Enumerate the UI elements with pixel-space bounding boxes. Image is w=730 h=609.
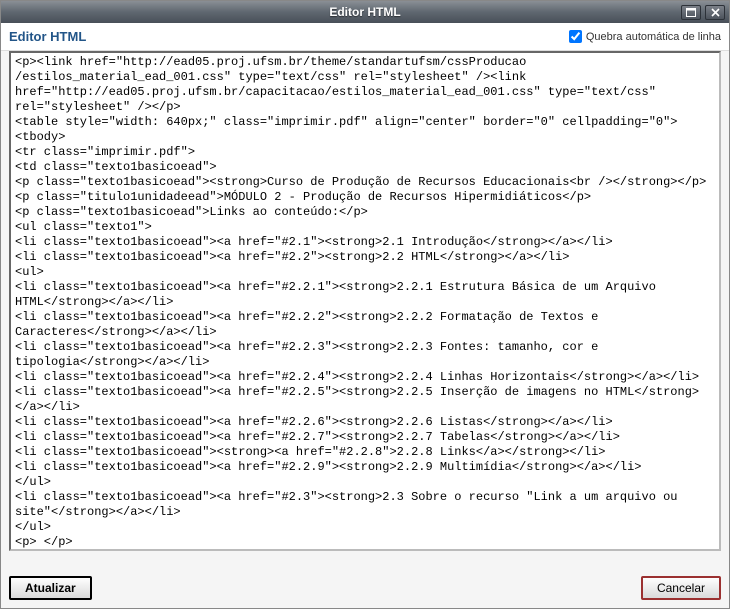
word-wrap-label: Quebra automática de linha	[586, 31, 721, 43]
window-controls	[681, 5, 725, 20]
word-wrap-checkbox[interactable]	[569, 30, 582, 43]
editor-window: Editor HTML Editor HTML Quebra automátic…	[0, 0, 730, 609]
footer: Atualizar Cancelar	[1, 570, 729, 608]
maximize-icon	[686, 8, 696, 17]
close-button[interactable]	[705, 5, 725, 20]
maximize-button[interactable]	[681, 5, 701, 20]
editor-area	[9, 51, 721, 566]
word-wrap-toggle[interactable]: Quebra automática de linha	[569, 30, 721, 43]
window-title: Editor HTML	[5, 5, 725, 19]
html-source-textarea[interactable]	[9, 51, 721, 551]
titlebar: Editor HTML	[1, 1, 729, 23]
cancel-button[interactable]: Cancelar	[641, 576, 721, 600]
toolbar: Editor HTML Quebra automática de linha	[1, 23, 729, 51]
editor-title: Editor HTML	[9, 29, 86, 44]
update-button[interactable]: Atualizar	[9, 576, 92, 600]
close-icon	[711, 8, 720, 17]
